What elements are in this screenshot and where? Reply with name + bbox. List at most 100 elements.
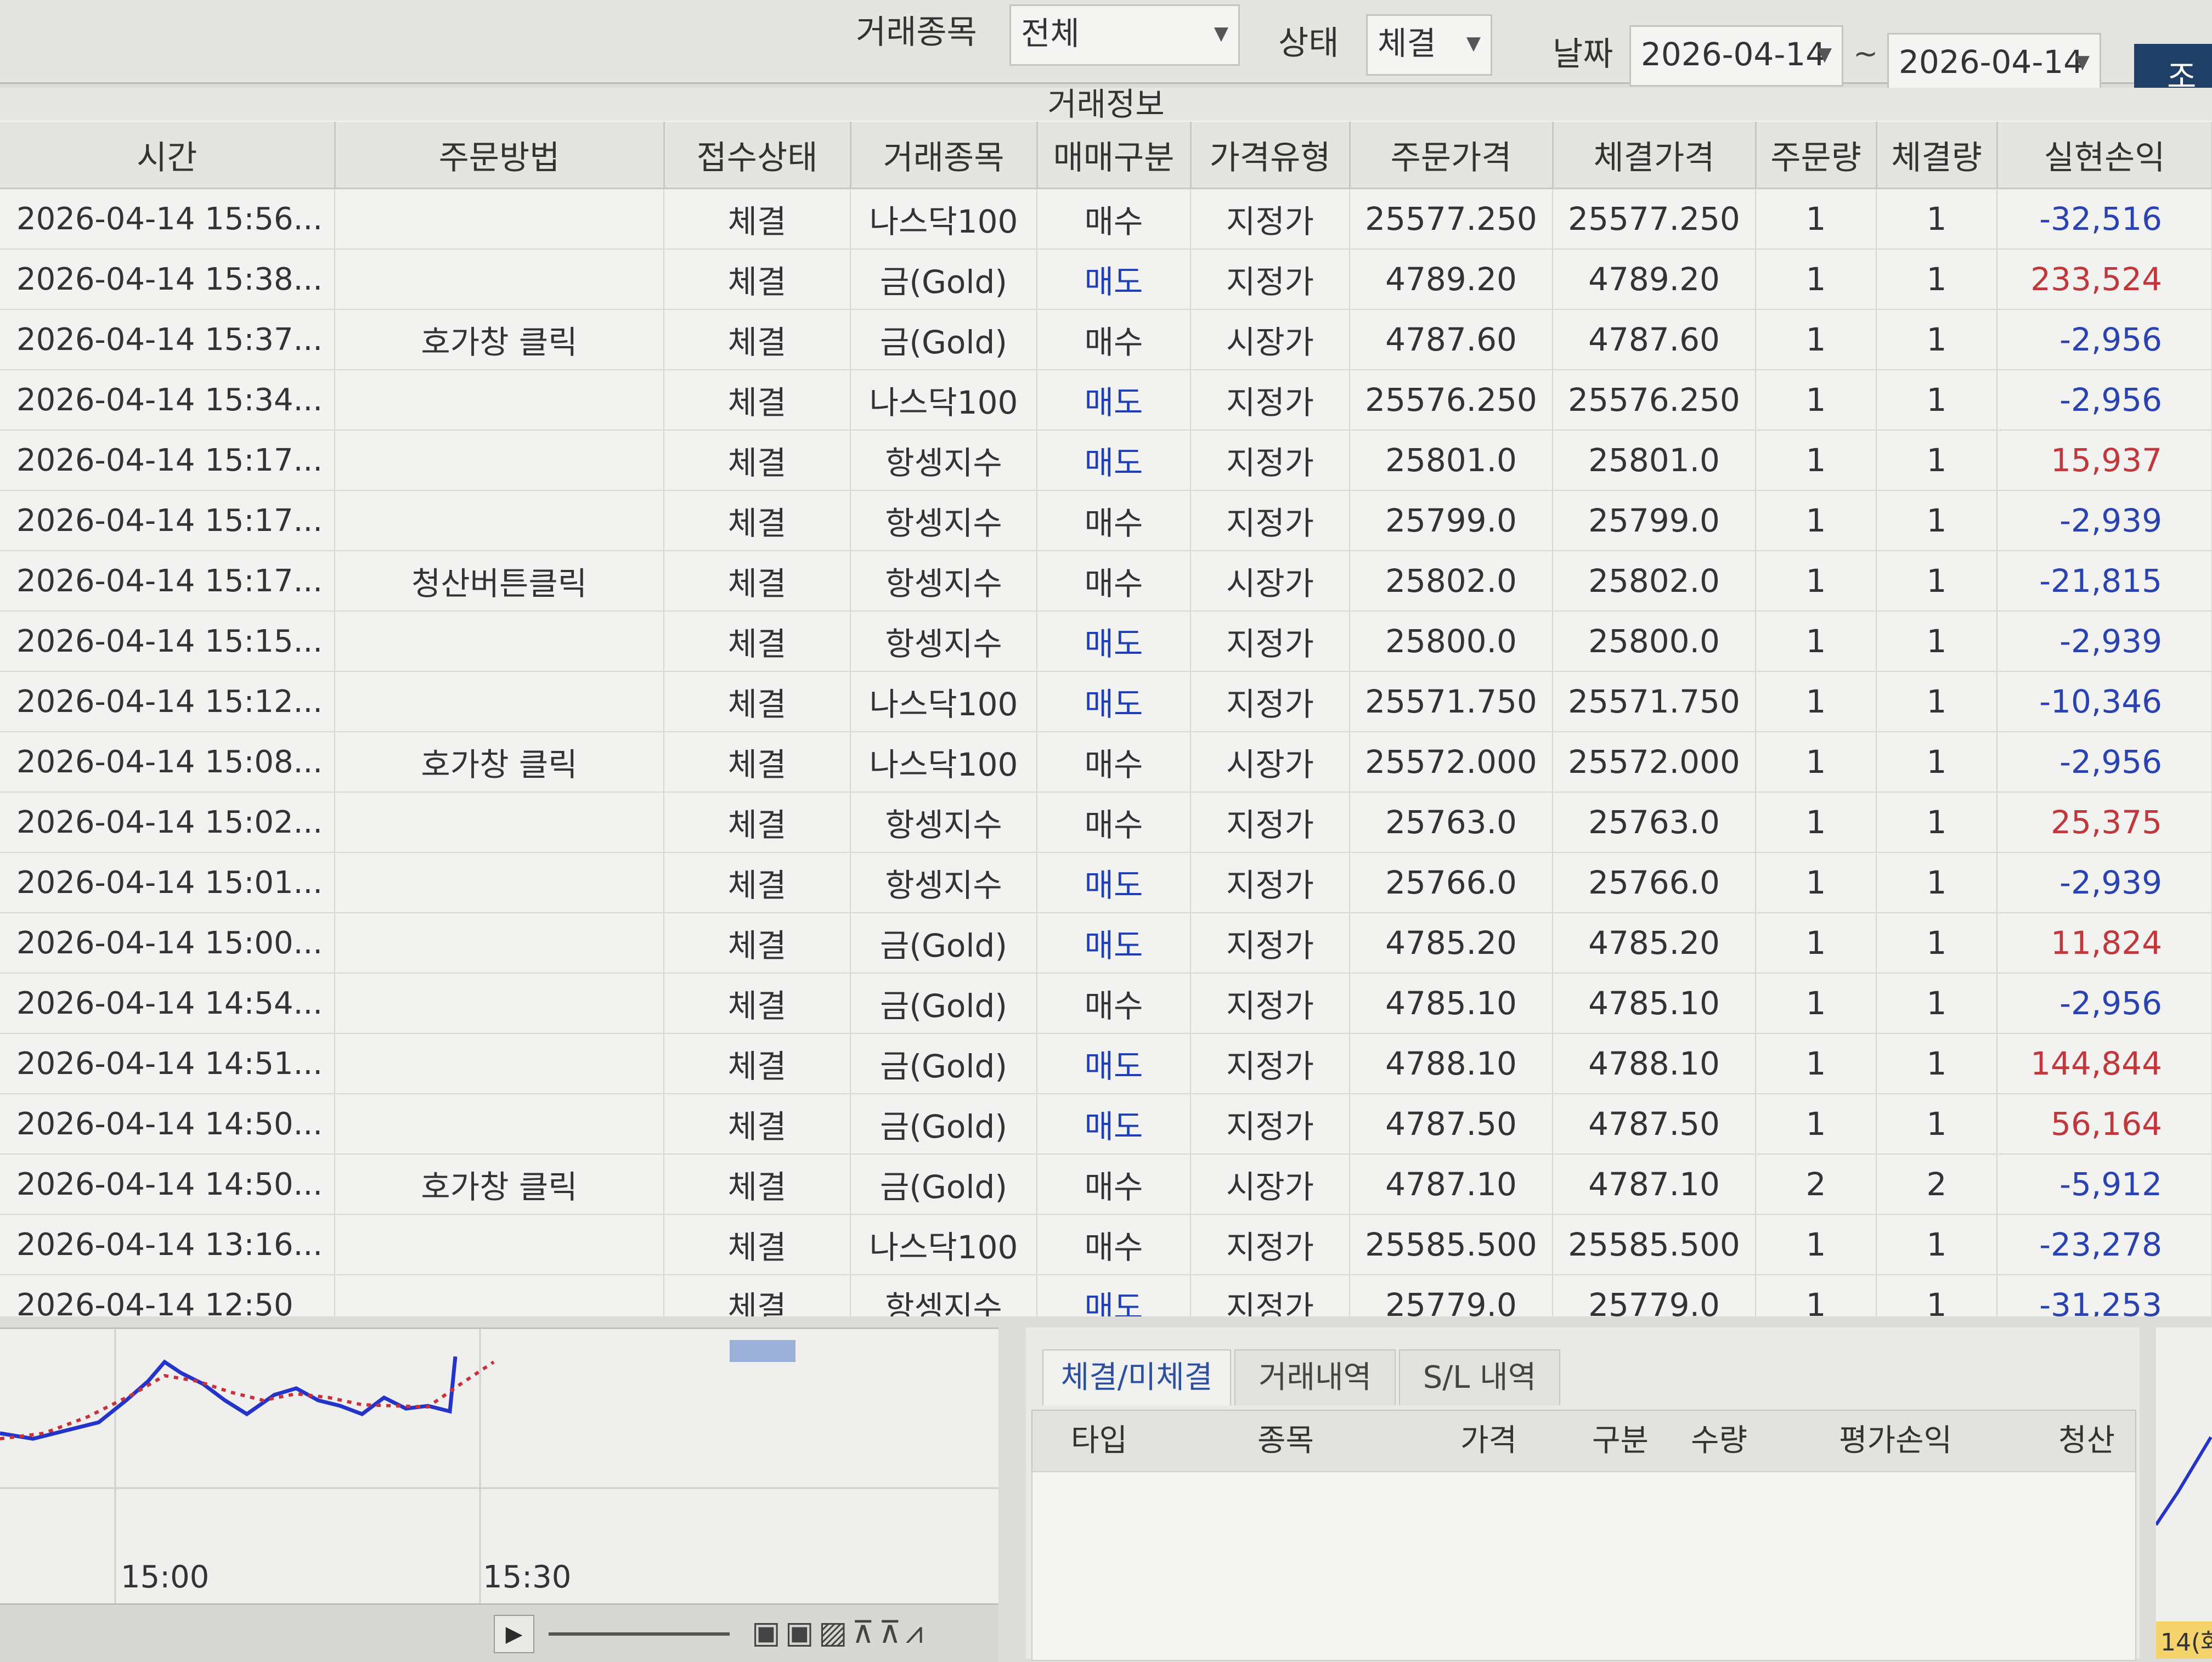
symbol-cell: 나스닥100	[850, 188, 1037, 250]
col-fill-qty-header[interactable]: 체결량	[1876, 122, 1998, 189]
price-type-cell: 지정가	[1190, 188, 1350, 250]
status-filter-select[interactable]: 체결 ▼	[1366, 14, 1492, 76]
side-cell: 매도	[1037, 249, 1191, 310]
fill-price-cell: 4785.20	[1553, 913, 1756, 974]
chart-time-label: 15:30	[483, 1559, 572, 1595]
col-side-header[interactable]: 매매구분	[1037, 122, 1192, 189]
fill-qty-cell: 1	[1876, 551, 1997, 612]
status-cell: 체결	[664, 1275, 851, 1316]
tab-sl-history[interactable]: S/L 내역	[1399, 1349, 1560, 1405]
time-cell: 2026-04-14 15:08...	[0, 732, 335, 793]
fill-price-cell: 4787.60	[1553, 309, 1756, 370]
method-cell: 호가창 클릭	[335, 309, 664, 370]
method-cell	[335, 973, 664, 1034]
order-price-cell: 25576.250	[1350, 370, 1553, 431]
table-row[interactable]: 2026-04-14 15:34... 체결 나스닥100 매도 지정가 25576.25…	[0, 370, 2212, 431]
symbol-cell: 금(Gold)	[850, 973, 1037, 1034]
price-type-cell: 지정가	[1190, 1033, 1350, 1094]
play-icon[interactable]: ▶	[494, 1615, 534, 1653]
symbol-cell: 금(Gold)	[850, 1094, 1037, 1155]
symbol-cell: 금(Gold)	[850, 913, 1037, 974]
col-method-header[interactable]: 주문방법	[335, 122, 665, 189]
table-row[interactable]: 2026-04-14 15:38... 체결 금(Gold) 매도 지정가 4789.20…	[0, 249, 2212, 310]
fill-qty-cell: 1	[1876, 430, 1997, 491]
price-type-cell: 지정가	[1190, 490, 1350, 551]
time-cell: 2026-04-14 14:51...	[0, 1033, 335, 1094]
side-cell: 매도	[1037, 1275, 1191, 1316]
table-row[interactable]: 2026-04-14 13:16... 체결 나스닥100 매수 지정가 25585.50…	[0, 1214, 2212, 1275]
method-cell	[335, 188, 664, 250]
tab-trade-history[interactable]: 거래내역	[1234, 1349, 1396, 1405]
time-cell: 2026-04-14 15:37...	[0, 309, 335, 370]
table-row[interactable]: 2026-04-14 14:50... 호가창 클릭 체결 금(Gold) 매수 시장가 4…	[0, 1154, 2212, 1215]
method-cell	[335, 1094, 664, 1155]
col-order-qty-header[interactable]: 주문량	[1756, 122, 1877, 189]
col-order-price-header[interactable]: 주문가격	[1350, 122, 1554, 189]
chart-scroll-track[interactable]	[549, 1632, 730, 1636]
table-row[interactable]: 2026-04-14 14:54... 체결 금(Gold) 매수 지정가 4785.10…	[0, 973, 2212, 1034]
col-symbol-header[interactable]: 거래종목	[850, 122, 1038, 189]
status-filter-value: 체결	[1378, 25, 1436, 62]
fill-price-cell: 4787.50	[1553, 1094, 1756, 1155]
order-price-cell: 4789.20	[1350, 249, 1553, 310]
chart-tool-icons[interactable]: ▣▣▨⊼⊼⩘	[752, 1615, 927, 1651]
date-to-input[interactable]: 2026-04-14 ▼	[1887, 33, 2101, 94]
status-cell: 체결	[664, 1214, 851, 1275]
method-cell	[335, 1033, 664, 1094]
table-row[interactable]: 2026-04-14 15:01... 체결 항셍지수 매도 지정가 25766.0 257…	[0, 852, 2212, 913]
pnl-cell: 56,164	[1997, 1094, 2212, 1155]
col-realized-pnl-header[interactable]: 실현손익	[1997, 122, 2212, 189]
pnl-cell: -2,956	[1997, 370, 2212, 431]
fill-qty-cell: 1	[1876, 309, 1997, 370]
table-row[interactable]: 2026-04-14 15:08... 호가창 클릭 체결 나스닥100 매수 시장가 25…	[0, 732, 2212, 793]
col-time-header[interactable]: 시간	[0, 122, 336, 189]
chart-time-label: 15:00	[121, 1559, 210, 1595]
status-cell: 체결	[664, 611, 851, 672]
table-row[interactable]: 2026-04-14 15:17... 체결 항셍지수 매도 지정가 25801.0 258…	[0, 430, 2212, 491]
table-row[interactable]: 2026-04-14 15:12... 체결 나스닥100 매도 지정가 25571.75…	[0, 671, 2212, 732]
symbol-cell: 항셍지수	[850, 1275, 1037, 1316]
table-row[interactable]: 2026-04-14 15:00... 체결 금(Gold) 매도 지정가 4785.20…	[0, 913, 2212, 974]
symbol-cell: 금(Gold)	[850, 1033, 1037, 1094]
table-row[interactable]: 2026-04-14 15:02... 체결 항셍지수 매수 지정가 25763.0 257…	[0, 792, 2212, 853]
side-cell: 매도	[1037, 913, 1191, 974]
method-cell	[335, 490, 664, 551]
table-row[interactable]: 2026-04-14 14:51... 체결 금(Gold) 매도 지정가 4788.10…	[0, 1033, 2212, 1094]
time-cell: 2026-04-14 14:50...	[0, 1094, 335, 1155]
side-cell: 매도	[1037, 671, 1191, 732]
fill-qty-cell: 1	[1876, 490, 1997, 551]
pnl-cell: -2,956	[1997, 732, 2212, 793]
date-from-input[interactable]: 2026-04-14 ▼	[1629, 25, 1843, 87]
fill-price-cell: 25577.250	[1553, 188, 1756, 250]
table-row[interactable]: 2026-04-14 15:17... 체결 항셍지수 매수 지정가 25799.0 257…	[0, 490, 2212, 551]
orders-list-empty	[1031, 1471, 2136, 1661]
status-cell: 체결	[664, 1154, 851, 1215]
side-cell: 매수	[1037, 1154, 1191, 1215]
side-cell: 매수	[1037, 490, 1191, 551]
symbol-cell: 나스닥100	[850, 671, 1037, 732]
col-price-type-header[interactable]: 가격유형	[1190, 122, 1351, 189]
order-price-cell: 25799.0	[1350, 490, 1553, 551]
fill-price-cell: 4785.10	[1553, 973, 1756, 1034]
fill-price-cell: 4788.10	[1553, 1033, 1756, 1094]
pnl-cell: -2,939	[1997, 852, 2212, 913]
col-fill-price-header[interactable]: 체결가격	[1553, 122, 1757, 189]
side-cell: 매수	[1037, 551, 1191, 612]
time-cell: 2026-04-14 15:17...	[0, 430, 335, 491]
order-price-cell: 25571.750	[1350, 671, 1553, 732]
symbol-filter-select[interactable]: 전체 ▼	[1009, 4, 1240, 66]
order-qty-cell: 1	[1756, 732, 1877, 793]
table-row[interactable]: 2026-04-14 15:56... 체결 나스닥100 매수 지정가 25577.25…	[0, 188, 2212, 250]
table-row[interactable]: 2026-04-14 12:50 체결 항셍지수 매도 지정가 25779.0 25779.…	[0, 1275, 2212, 1316]
symbol-cell: 나스닥100	[850, 1214, 1037, 1275]
table-row[interactable]: 2026-04-14 15:17... 청산버튼클릭 체결 항셍지수 매수 시장가 2580…	[0, 551, 2212, 612]
pnl-cell: -2,956	[1997, 973, 2212, 1034]
table-row[interactable]: 2026-04-14 15:37... 호가창 클릭 체결 금(Gold) 매수 시장가 4…	[0, 309, 2212, 370]
price-type-cell: 지정가	[1190, 430, 1350, 491]
col-status-header[interactable]: 접수상태	[664, 122, 851, 189]
table-row[interactable]: 2026-04-14 15:15... 체결 항셍지수 매도 지정가 25800.0 258…	[0, 611, 2212, 672]
fill-price-cell: 25576.250	[1553, 370, 1756, 431]
tab-filled-unfilled[interactable]: 체결/미체결	[1042, 1349, 1231, 1405]
method-cell: 호가창 클릭	[335, 1154, 664, 1215]
table-row[interactable]: 2026-04-14 14:50... 체결 금(Gold) 매도 지정가 4787.50…	[0, 1094, 2212, 1155]
